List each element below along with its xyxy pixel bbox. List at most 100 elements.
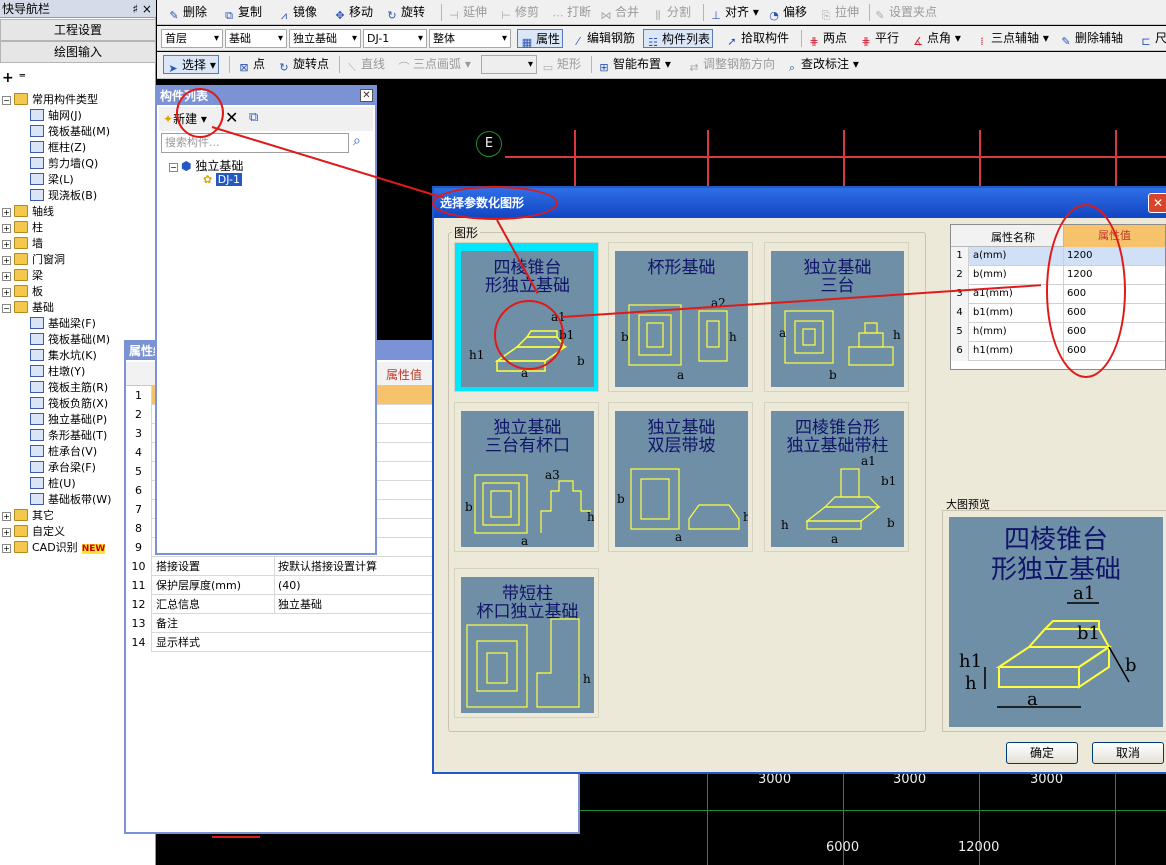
tree-child-item[interactable]: ✿ DJ-1 (203, 173, 243, 186)
properties-button[interactable]: ▦ 属性 (517, 29, 564, 49)
point-button[interactable]: ⊠ 点 (237, 55, 265, 74)
close-icon[interactable]: ✕ (360, 89, 373, 102)
tree-component-item[interactable]: 桩(U) (30, 476, 76, 492)
tree-folder[interactable]: − 基础 (2, 300, 54, 316)
shape-thumbnail[interactable]: b a h 独立基础 三台 (764, 242, 909, 392)
tree-folder[interactable]: + 其它 (2, 508, 54, 524)
move-button[interactable]: ✥ 移动 (333, 3, 373, 22)
tree-folder[interactable]: + 轴线 (2, 204, 54, 220)
expand-icon[interactable]: + (2, 256, 11, 265)
tree-component-item[interactable]: 筏板主筋(R) (30, 380, 108, 396)
tree-component-item[interactable]: 条形基础(T) (30, 428, 107, 444)
arc-dropdown[interactable]: ⌒ 三点画弧 ▾ (397, 55, 471, 74)
expand-icon[interactable]: + (2, 544, 11, 553)
tree-component-item[interactable]: 轴网(J) (30, 108, 82, 124)
merge-button[interactable]: ⋈ 合并 (599, 3, 640, 22)
expand-icon[interactable]: + (2, 272, 11, 281)
mirror-button[interactable]: ⩘ 镜像 (277, 3, 317, 22)
tree-folder[interactable]: + 板 (2, 284, 43, 300)
ok-button[interactable]: 确定 (1006, 742, 1078, 764)
set-grip-button[interactable]: ✎ 设置夹点 (873, 3, 937, 22)
tree-component-item[interactable]: 框柱(Z) (30, 140, 86, 156)
tree-component-item[interactable]: 独立基础(P) (30, 412, 107, 428)
three-point-axis-dropdown[interactable]: ⁞ 三点辅轴 ▾ (975, 29, 1049, 48)
check-label-dropdown[interactable]: ⌕ 查改标注 ▾ (785, 55, 859, 74)
expand-collapse-all-icon[interactable]: + ⁼ (2, 70, 26, 86)
component-list-button[interactable]: ☷ 构件列表 (643, 29, 714, 49)
arc-option-select[interactable] (481, 55, 537, 74)
copy-icon[interactable]: ⧉ (249, 110, 258, 125)
tree-folder[interactable]: + 梁 (2, 268, 43, 284)
smart-layout-dropdown[interactable]: ⊞ 智能布置 ▾ (597, 55, 670, 74)
tree-component-item[interactable]: 筏板负筋(X) (30, 396, 108, 412)
dialog-close-button[interactable]: ✕ (1148, 193, 1166, 213)
expand-icon[interactable]: + (2, 224, 11, 233)
tree-folder[interactable]: + 墙 (2, 236, 43, 252)
tree-component-item[interactable]: 现浇板(B) (30, 188, 97, 204)
adjust-rebar-direction-button[interactable]: ⇄ 调整钢筋方向 (687, 55, 775, 74)
rectangle-button[interactable]: ▭ 矩形 (541, 55, 581, 74)
shape-thumbnail[interactable]: a h 带短柱 杯口独立基础 (454, 568, 599, 718)
type-select[interactable]: 独立基础 (289, 29, 361, 48)
collapse-icon[interactable]: − (169, 163, 178, 172)
drawing-input-button[interactable]: 绘图输入 (0, 41, 156, 63)
floor-select[interactable]: 首层 (161, 29, 223, 48)
tree-folder[interactable]: + CAD识别 NEW (2, 540, 106, 556)
pin-close-icons[interactable]: ♯ × (132, 0, 152, 18)
copy-button[interactable]: ⧉ 复制 (222, 3, 262, 22)
shape-thumbnail[interactable]: a a1 b1 h b 四棱锥台形 独立基础带柱 (764, 402, 909, 552)
tree-component-item[interactable]: 基础板带(W) (30, 492, 111, 508)
align-dropdown[interactable]: ⊥ 对齐 ▾ (709, 3, 759, 22)
component-search-input[interactable]: 搜索构件... (161, 133, 349, 153)
tree-component-item[interactable]: 柱墩(Y) (30, 364, 85, 380)
edit-rebar-button[interactable]: ⁄ 编辑钢筋 (571, 29, 635, 48)
collapse-icon[interactable]: − (2, 96, 11, 105)
tree-component-item[interactable]: 基础梁(F) (30, 316, 96, 332)
pick-component-button[interactable]: ➚ 拾取构件 (725, 29, 789, 48)
cancel-button[interactable]: 取消 (1092, 742, 1164, 764)
shape-thumbnail[interactable]: a a3 b h 独立基础 三台有杯口 (454, 402, 599, 552)
tree-component-item[interactable]: 桩承台(V) (30, 444, 97, 460)
tree-folder[interactable]: + 柱 (2, 220, 43, 236)
point-angle-dropdown[interactable]: ∡ 点角 ▾ (911, 29, 961, 48)
expand-icon[interactable]: + (2, 512, 11, 521)
select-dropdown[interactable]: ➤ 选择 ▾ (163, 55, 219, 75)
tree-component-item[interactable]: 承台梁(F) (30, 460, 96, 476)
scope-select[interactable]: 整体 (429, 29, 511, 48)
two-points-axis-button[interactable]: ⋕ 两点 (807, 29, 847, 48)
extend-button[interactable]: ⊣ 延伸 (447, 3, 487, 22)
parallel-axis-button[interactable]: ⋕ 平行 (859, 29, 899, 48)
shape-thumbnail[interactable]: a a2 b h 杯形基础 (608, 242, 753, 392)
delete-axis-button[interactable]: ✎ 删除辅轴 (1059, 29, 1123, 48)
expand-icon[interactable]: + (2, 528, 11, 537)
expand-icon[interactable]: + (2, 240, 11, 249)
tree-folder[interactable]: − 常用构件类型 (2, 92, 98, 108)
line-button[interactable]: ⟍ 直线 (345, 55, 385, 74)
shape-thumbnail[interactable]: a b h 独立基础 双层带坡 (608, 402, 753, 552)
expand-icon[interactable]: + (2, 288, 11, 297)
tree-component-item[interactable]: 筏板基础(M) (30, 332, 110, 348)
stretch-button[interactable]: ⎘ 拉伸 (819, 3, 859, 22)
tree-component-item[interactable]: 集水坑(K) (30, 348, 97, 364)
break-button[interactable]: ⋯ 打断 (551, 3, 592, 22)
trim-button[interactable]: ⊢ 修剪 (499, 3, 539, 22)
component-select[interactable]: DJ-1 (363, 29, 427, 48)
tree-component-item[interactable]: 剪力墙(Q) (30, 156, 98, 172)
delete-button[interactable]: ✎ 删除 (167, 3, 207, 22)
category-select[interactable]: 基础 (225, 29, 287, 48)
offset-button[interactable]: ◔ 偏移 (767, 3, 807, 22)
project-settings-button[interactable]: 工程设置 (0, 19, 156, 41)
rotate-point-button[interactable]: ↻ 旋转点 (277, 55, 329, 74)
collapse-icon[interactable]: − (2, 304, 11, 313)
expand-icon[interactable]: + (2, 208, 11, 217)
delete-icon[interactable]: ✕ (225, 108, 238, 127)
tree-root-item[interactable]: − ⬢ 独立基础 (169, 157, 243, 174)
split-button[interactable]: ⫼ 分割 (651, 3, 691, 22)
tree-component-item[interactable]: 梁(L) (30, 172, 74, 188)
tree-component-item[interactable]: 筏板基础(M) (30, 124, 110, 140)
rotate-button[interactable]: ↻ 旋转 (385, 3, 425, 22)
tree-folder[interactable]: + 门窗洞 (2, 252, 65, 268)
search-icon[interactable]: ⌕ (353, 133, 371, 153)
tree-folder[interactable]: + 自定义 (2, 524, 65, 540)
ruler-button[interactable]: ⊏ 尺 (1139, 29, 1166, 48)
